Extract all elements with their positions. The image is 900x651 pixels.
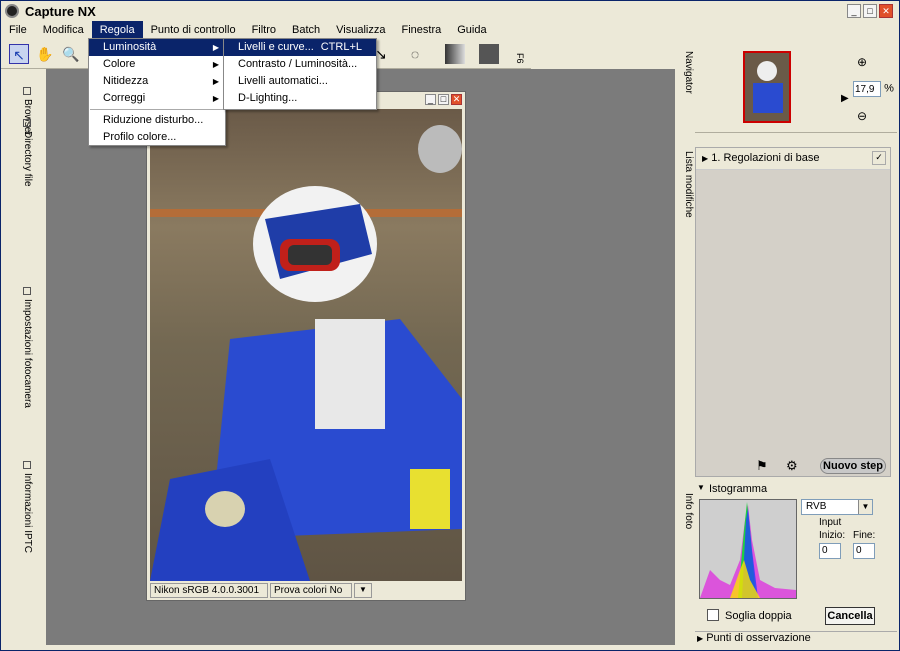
menu-item-livelli-automatici[interactable]: Livelli automatici... [224, 73, 376, 90]
app-title: Capture NX [25, 3, 96, 19]
cancel-button[interactable]: Cancella [825, 607, 875, 625]
title-bar: Capture NX _ □ ✕ [1, 1, 899, 21]
zoom-in-icon[interactable]: ⊕ [857, 55, 867, 69]
histogram-graph [699, 499, 797, 599]
zoom-pointer-icon[interactable]: ▶ [841, 93, 849, 104]
close-button[interactable]: ✕ [879, 4, 893, 18]
menu-item-livelli-e-curve[interactable]: Livelli e curve... CTRL+L [224, 39, 376, 56]
app-icon [5, 4, 19, 18]
image-close-button[interactable]: ✕ [451, 94, 462, 105]
navigator-panel: ⊕ ▶ % ⊖ [695, 39, 897, 133]
chevron-down-icon[interactable]: ▼ [858, 500, 872, 514]
f6-label: F6 [515, 53, 525, 64]
istogramma-title: Istogramma [709, 483, 768, 495]
arrow-tool-icon[interactable]: ↖ [9, 44, 29, 64]
double-threshold-checkbox[interactable] [707, 609, 719, 621]
menu-bar: File Modifica Regola Punto di controllo … [1, 21, 899, 39]
menu-modifica[interactable]: Modifica [35, 21, 92, 39]
menu-item-d-lighting[interactable]: D-Lighting... [224, 90, 376, 107]
menu-filtro[interactable]: Filtro [244, 21, 284, 39]
start-label: Inizio: [819, 530, 846, 541]
punti-panel[interactable]: ▶ Punti di osservazione [695, 631, 897, 647]
proof-dropdown-button[interactable]: ▼ [354, 583, 372, 598]
color-profile-label: Nikon sRGB 4.0.0.3001 [150, 583, 268, 598]
right-panel-strip: Navigator Lista modifiche Info foto [679, 39, 695, 649]
image-maximize-button[interactable]: □ [438, 94, 449, 105]
menu-item-profilo-colore[interactable]: Profilo colore... [89, 129, 225, 146]
navigator-thumbnail[interactable] [743, 51, 791, 123]
left-panel-strip: Browser Directory file Impostazioni foto… [3, 79, 45, 647]
end-input[interactable]: 0 [853, 543, 875, 559]
menu-item-colore[interactable]: Colore ▶ [89, 56, 225, 73]
list-item-label: 1. Regolazioni di base [711, 152, 820, 164]
fill-tool-icon[interactable] [479, 44, 499, 64]
proof-colors-label: Prova colori No [270, 583, 352, 598]
tab-directory-file[interactable]: Directory file [11, 119, 33, 187]
menu-finestra[interactable]: Finestra [393, 21, 449, 39]
tab-lista-modifiche[interactable]: Lista modifiche [680, 151, 694, 218]
istogramma-panel: ▼ Istogramma RVB ▼ Input Inizio: Fine: 0… [695, 481, 897, 631]
channel-select[interactable]: RVB ▼ [801, 499, 873, 515]
start-input[interactable]: 0 [819, 543, 841, 559]
input-label: Input [819, 517, 842, 528]
zoom-unit: % [884, 82, 894, 95]
menu-visualizza[interactable]: Visualizza [328, 21, 393, 39]
image-status-bar: Nikon sRGB 4.0.0.3001 Prova colori No ▼ [150, 583, 462, 599]
checkmark-icon[interactable]: ✓ [872, 151, 886, 165]
collapse-arrow-icon[interactable]: ▼ [697, 483, 705, 492]
flag-icon[interactable]: ⚑ [756, 458, 768, 474]
image-minimize-button[interactable]: _ [425, 94, 436, 105]
menu-file[interactable]: File [1, 21, 35, 39]
maximize-button[interactable]: □ [863, 4, 877, 18]
tab-impostazioni-fotocamera[interactable]: Impostazioni fotocamera [11, 287, 33, 408]
gear-icon[interactable]: ⚙ [786, 458, 798, 474]
regola-menu: Luminosità ▶ Colore ▶ Nitidezza ▶ Correggi ▶… [88, 38, 226, 146]
menu-batch[interactable]: Batch [284, 21, 328, 39]
image-window: _ □ ✕ Nikon sRGB 4.0.0.3001 Prova colori… [146, 91, 466, 601]
zoom-control: % [853, 81, 894, 97]
menu-separator [90, 109, 224, 110]
expand-arrow-icon[interactable]: ▶ [702, 154, 708, 163]
menu-item-contrasto-luminosita[interactable]: Contrasto / Luminosità... [224, 56, 376, 73]
zoom-input[interactable] [853, 81, 881, 97]
new-step-button[interactable]: Nuovo step [820, 458, 886, 474]
expand-arrow-icon[interactable]: ▶ [697, 634, 703, 643]
menu-regola[interactable]: Regola [91, 21, 143, 39]
menu-punto-di-controllo[interactable]: Punto di controllo [143, 21, 244, 39]
menu-item-correggi[interactable]: Correggi ▶ [89, 90, 225, 107]
hand-tool-icon[interactable]: ✋ [35, 44, 55, 64]
menu-guida[interactable]: Guida [449, 21, 494, 39]
gradient-tool-icon[interactable] [445, 44, 465, 64]
selection-tool-icon[interactable]: ◌ [405, 44, 425, 64]
lista-modifiche-panel: ▶ 1. Regolazioni di base ✓ ⚑ ⚙ Nuovo ste… [695, 147, 891, 477]
app-window: Capture NX _ □ ✕ File Modifica Regola Pu… [0, 0, 900, 651]
tab-navigator[interactable]: Navigator [680, 51, 694, 94]
luminosita-submenu: Livelli e curve... CTRL+L Contrasto / Lum… [223, 38, 377, 110]
zoom-out-icon[interactable]: ⊖ [857, 109, 867, 123]
double-threshold-label: Soglia doppia [725, 610, 792, 622]
end-label: Fine: [853, 530, 876, 541]
menu-item-riduzione-disturbo[interactable]: Riduzione disturbo... [89, 112, 225, 129]
zoom-tool-icon[interactable]: 🔍 [61, 44, 81, 64]
menu-item-luminosita[interactable]: Luminosità ▶ [89, 39, 225, 56]
tab-info-foto[interactable]: Info foto [680, 493, 694, 529]
tab-informazioni-iptc[interactable]: Informazioni IPTC [11, 461, 33, 553]
channel-select-value: RVB [806, 501, 827, 512]
motocross-photo [150, 109, 462, 581]
menu-item-nitidezza[interactable]: Nitidezza ▶ [89, 73, 225, 90]
list-item[interactable]: ▶ 1. Regolazioni di base ✓ [696, 148, 890, 170]
minimize-button[interactable]: _ [847, 4, 861, 18]
punti-label: Punti di osservazione [706, 632, 811, 644]
